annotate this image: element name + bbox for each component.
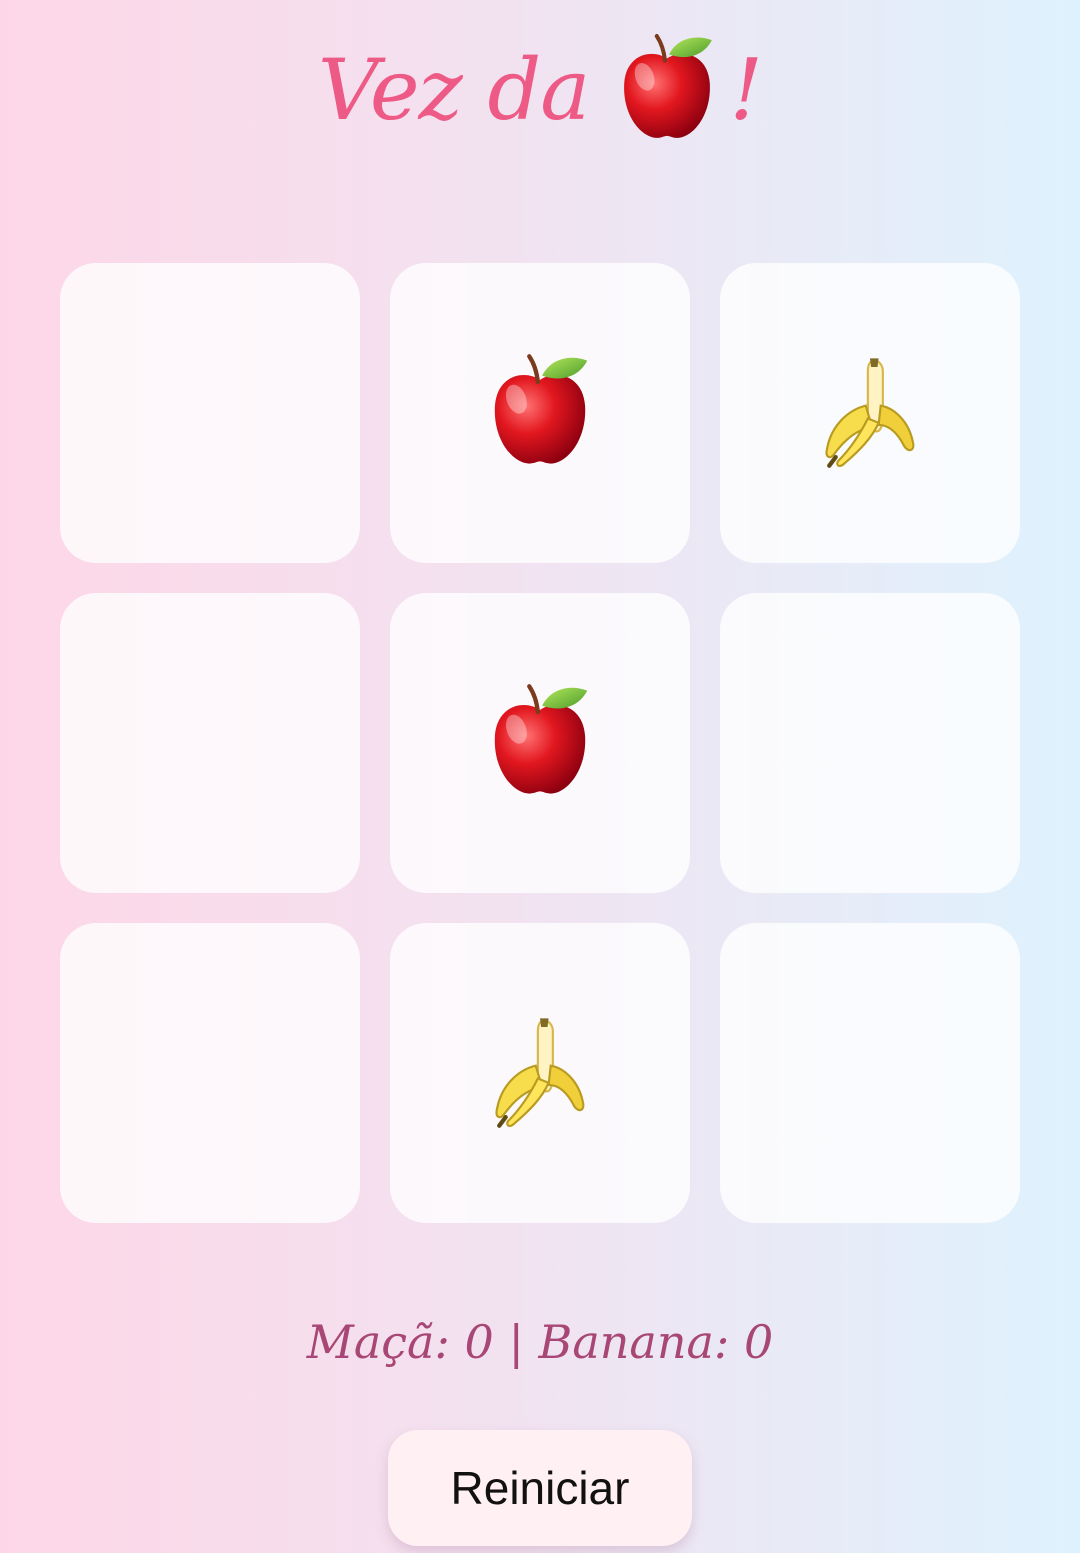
turn-title-suffix: !: [729, 41, 763, 139]
board-cell-8[interactable]: [390, 923, 690, 1223]
restart-button[interactable]: Reiniciar: [388, 1430, 692, 1546]
board-cell-5[interactable]: [390, 593, 690, 893]
turn-title: Vez da !: [0, 20, 1080, 160]
board-cell-3[interactable]: [720, 263, 1020, 563]
game-board: [60, 263, 1020, 1223]
turn-title-prefix: Vez da: [317, 41, 590, 139]
board-cell-2[interactable]: [390, 263, 690, 563]
board-cell-1[interactable]: [60, 263, 360, 563]
board-cell-7[interactable]: [60, 923, 360, 1223]
banana-icon: [815, 352, 925, 474]
board-cell-6[interactable]: [720, 593, 1020, 893]
banana-icon: [485, 1012, 595, 1134]
apple-icon: [485, 352, 595, 474]
apple-icon: [485, 682, 595, 804]
score-display: Maçã: 0 | Banana: 0: [306, 1315, 774, 1369]
board-cell-4[interactable]: [60, 593, 360, 893]
apple-icon: [615, 32, 719, 144]
board-cell-9[interactable]: [720, 923, 1020, 1223]
